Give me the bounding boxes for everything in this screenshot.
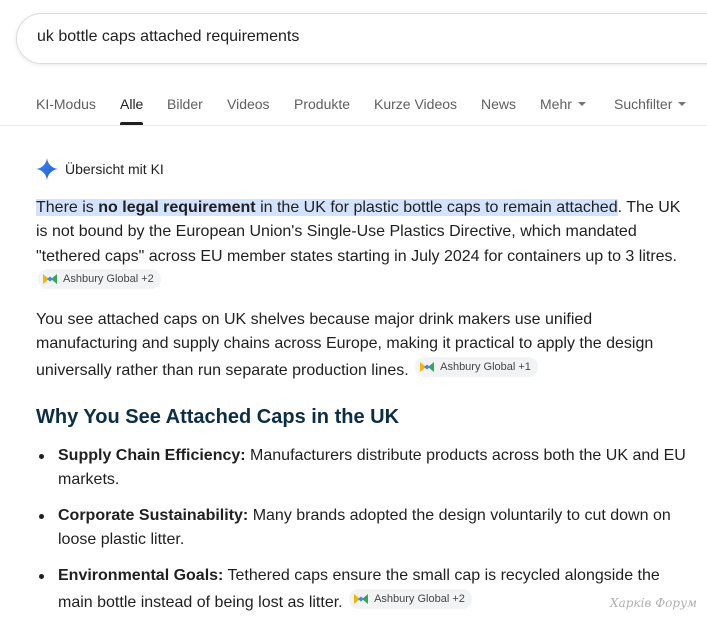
source-favicon-icon: [43, 273, 57, 284]
caret-down-icon: [577, 102, 586, 107]
reasons-list: Supply Chain Efficiency: Manufacturers d…: [36, 444, 691, 621]
watermark: Харків Форум: [610, 596, 697, 610]
tab-alle[interactable]: Alle: [120, 96, 143, 112]
tab-suchfilter[interactable]: Suchfilter: [614, 96, 687, 112]
overview-paragraph-1: There is no legal requirement in the UK …: [36, 196, 691, 295]
tab-mehr[interactable]: Mehr: [540, 96, 586, 112]
ai-overview-title: Übersicht mit KI: [65, 161, 164, 177]
paragraph-2-text: You see attached caps on UK shelves beca…: [36, 311, 654, 379]
section-heading: Why You See Attached Caps in the UK: [36, 406, 400, 428]
source-chip-label: Ashbury Global +2: [374, 592, 465, 605]
tab-mehr-label: Mehr: [540, 96, 572, 112]
tab-videos[interactable]: Videos: [227, 96, 270, 112]
source-chip-label: Ashbury Global +1: [440, 360, 531, 373]
list-item: Corporate Sustainability: Many brands ad…: [36, 504, 691, 553]
overview-paragraph-2: You see attached caps on UK shelves beca…: [36, 308, 691, 383]
answer-bold: no legal requirement: [98, 199, 256, 216]
source-chip[interactable]: Ashbury Global +2: [38, 268, 161, 289]
tab-news[interactable]: News: [481, 96, 516, 112]
answer-text-b: in the UK for plastic bottle caps to rem…: [255, 199, 618, 216]
search-tabs: KI-Modus Alle Bilder Videos Produkte Kur…: [0, 86, 707, 126]
source-favicon-icon: [420, 361, 435, 372]
bullet-dot: [39, 514, 44, 520]
source-favicon-icon: [354, 593, 369, 604]
search-results-page: KI-Modus Alle Bilder Videos Produkte Kur…: [0, 0, 707, 621]
ai-overview-header: Übersicht mit KI: [36, 156, 164, 182]
tab-bilder[interactable]: Bilder: [167, 96, 203, 112]
tab-ki-modus[interactable]: KI-Modus: [36, 96, 96, 112]
bullet-title: Supply Chain Efficiency:: [58, 447, 246, 464]
tab-suchfilter-label: Suchfilter: [614, 96, 673, 112]
active-tab-indicator: [120, 122, 143, 125]
caret-down-icon: [678, 102, 687, 107]
search-input[interactable]: [37, 28, 537, 46]
list-item: Supply Chain Efficiency: Manufacturers d…: [36, 444, 691, 493]
source-chip[interactable]: Ashbury Global +2: [349, 588, 472, 609]
source-chip-label: Ashbury Global +2: [63, 272, 154, 285]
highlighted-answer: There is no legal requirement in the UK …: [36, 199, 618, 216]
gemini-spark-icon: [36, 158, 58, 180]
bullet-dot: [39, 574, 44, 580]
search-box[interactable]: [16, 13, 707, 64]
bullet-dot: [39, 454, 44, 459]
bullet-title: Corporate Sustainability:: [58, 507, 249, 525]
tab-produkte[interactable]: Produkte: [294, 96, 350, 112]
source-chip[interactable]: Ashbury Global +1: [415, 356, 538, 377]
answer-text-a: There is: [36, 199, 99, 216]
tab-kurze-videos[interactable]: Kurze Videos: [374, 96, 457, 112]
list-item: Environmental Goals: Tethered caps ensur…: [36, 564, 691, 615]
bullet-title: Environmental Goals:: [58, 567, 224, 585]
